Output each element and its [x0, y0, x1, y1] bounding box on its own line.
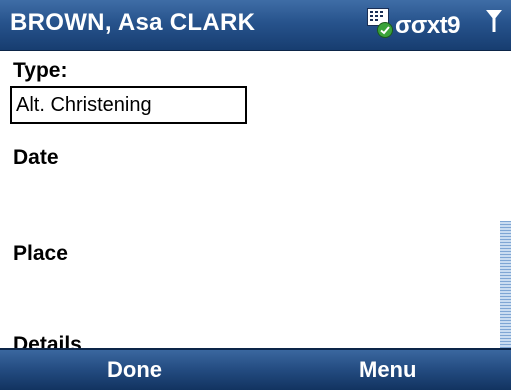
signal-icon [486, 10, 502, 32]
details-label: Details [13, 333, 82, 348]
scroll-thumb[interactable] [500, 221, 511, 348]
scrollbar[interactable] [498, 51, 511, 348]
done-button[interactable]: Done [107, 357, 162, 383]
date-label: Date [13, 146, 59, 169]
page-title: BROWN, Asa CLARK [10, 9, 256, 36]
status-icons: σσxt9 [353, 4, 503, 44]
type-field[interactable] [10, 86, 247, 124]
voicemail-indicator: σσxt9 [395, 12, 461, 40]
voicemail-icon: σσ [395, 12, 427, 39]
type-label: Type: [13, 59, 68, 82]
place-label: Place [13, 242, 68, 265]
form-content: Type: Date Place Details [0, 51, 498, 348]
title-bar: BROWN, Asa CLARK σσxt9 [0, 0, 511, 51]
input-mode-label: xt9 [426, 12, 461, 39]
softkey-bar: Done Menu [0, 348, 511, 390]
check-icon [377, 22, 393, 38]
menu-button[interactable]: Menu [359, 357, 416, 383]
